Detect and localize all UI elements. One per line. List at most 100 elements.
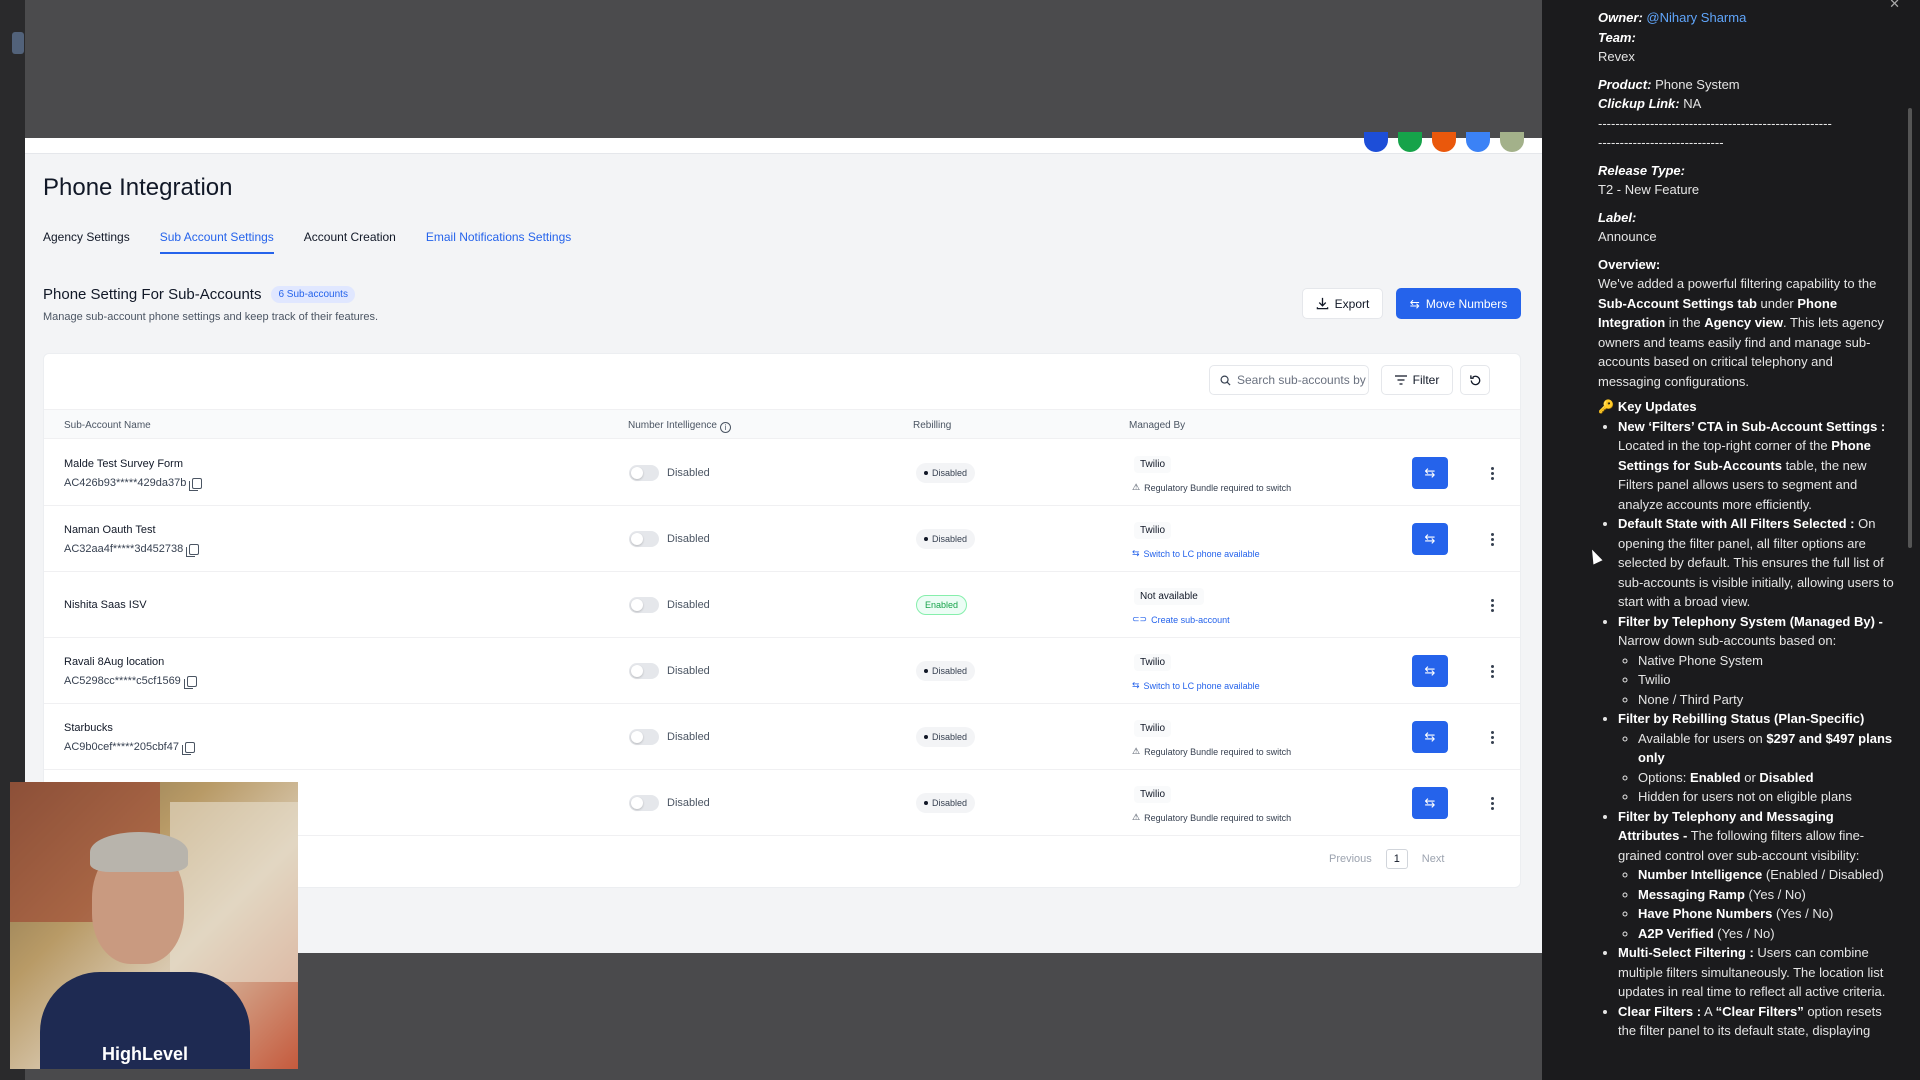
list-item: New ‘Filters’ CTA in Sub-Account Setting… xyxy=(1618,417,1898,515)
list-item: Options: Enabled or Disabled xyxy=(1638,768,1898,788)
list-item: Twilio xyxy=(1638,670,1898,690)
move-number-button[interactable]: ⇆ xyxy=(1412,721,1448,753)
label-value: Announce xyxy=(1598,229,1657,244)
move-number-button[interactable]: ⇆ xyxy=(1412,457,1448,489)
create-sub-account-link[interactable]: ⊂⊃ Create sub-account xyxy=(1132,614,1230,625)
window-tab-icon xyxy=(12,32,24,54)
managed-by-note-text: Regulatory Bundle required to switch xyxy=(1144,746,1292,757)
app-top-bar xyxy=(25,132,1542,154)
more-actions-icon[interactable] xyxy=(1488,528,1496,550)
copy-icon[interactable] xyxy=(183,675,197,689)
refresh-icon xyxy=(1469,374,1480,385)
info-icon[interactable]: i xyxy=(719,422,731,433)
move-number-button[interactable]: ⇆ xyxy=(1412,787,1448,819)
export-button[interactable]: Export xyxy=(1302,288,1383,319)
avatar[interactable] xyxy=(1466,132,1490,152)
column-header-managed-by[interactable]: Managed By xyxy=(1129,420,1185,431)
tab-agency-settings[interactable]: Agency Settings xyxy=(43,230,130,254)
column-header-name[interactable]: Sub-Account Name xyxy=(64,420,151,431)
table-row[interactable]: Starbucks AC9b0cef*****205cbf47 Disabled… xyxy=(44,704,1520,770)
avatar[interactable] xyxy=(1500,132,1524,152)
sub-account-sid: AC5298cc*****c5cf1569 xyxy=(64,675,197,689)
divider: ----------------------------- xyxy=(1598,135,1724,150)
list-item: Native Phone System xyxy=(1638,651,1898,671)
swap-arrows-icon: ⇆ xyxy=(1132,680,1140,690)
avatar[interactable] xyxy=(1364,132,1388,152)
table-row[interactable]: Malde Test Survey Form AC426b93*****429d… xyxy=(44,440,1520,506)
list-item: Available for users on $297 and $497 pla… xyxy=(1638,729,1898,768)
tab-email-notifications-settings[interactable]: Email Notifications Settings xyxy=(426,230,571,254)
copy-icon[interactable] xyxy=(189,477,203,491)
number-intelligence-toggle[interactable] xyxy=(629,465,659,481)
more-actions-icon[interactable] xyxy=(1488,726,1496,748)
sub-account-name: Ravali 8Aug location xyxy=(64,656,165,668)
presenter-hair xyxy=(90,832,188,872)
page-number-button[interactable]: 1 xyxy=(1385,849,1408,869)
clickup-value: NA xyxy=(1683,96,1702,111)
rebilling-status-badge: Disabled xyxy=(916,793,976,813)
release-notes-panel: ✕ Owner: @Nihary Sharma Team: Revex Prod… xyxy=(1542,0,1920,1080)
sub-account-count-badge: 6 Sub-accounts xyxy=(271,286,355,303)
sid-text: AC5298cc*****c5cf1569 xyxy=(64,675,181,687)
tab-sub-account-settings[interactable]: Sub Account Settings xyxy=(159,230,274,254)
more-actions-icon[interactable] xyxy=(1488,594,1496,616)
managed-by-value: Twilio xyxy=(1134,456,1172,473)
more-actions-icon[interactable] xyxy=(1488,462,1496,484)
refresh-button[interactable] xyxy=(1460,365,1490,395)
more-actions-icon[interactable] xyxy=(1488,792,1496,814)
column-header-number-intelligence[interactable]: Number Intelligence i xyxy=(628,420,731,433)
search-input[interactable]: Search sub-accounts by xyxy=(1209,365,1369,395)
tab-account-creation[interactable]: Account Creation xyxy=(304,230,396,254)
toggle-label: Disabled xyxy=(667,467,710,479)
filter-button[interactable]: Filter xyxy=(1381,365,1453,395)
release-type-label: Release Type: xyxy=(1598,162,1685,178)
export-button-label: Export xyxy=(1334,296,1370,311)
sub-account-sid: AC32aa4f*****3d452738 xyxy=(64,543,200,557)
shirt-logo: HighLevel xyxy=(102,1044,189,1064)
number-intelligence-toggle[interactable] xyxy=(629,795,659,811)
copy-icon[interactable] xyxy=(181,741,195,755)
move-number-button[interactable]: ⇆ xyxy=(1412,523,1448,555)
table-row[interactable]: Naman Oauth Test AC32aa4f*****3d452738 D… xyxy=(44,506,1520,572)
number-intelligence-toggle[interactable] xyxy=(629,663,659,679)
section-header: Phone Setting For Sub-Accounts 6 Sub-acc… xyxy=(43,286,355,303)
table-row[interactable]: Nishita Saas ISV Disabled Enabled Not av… xyxy=(44,572,1520,638)
switch-to-lc-phone-link[interactable]: ⇆ Switch to LC phone available xyxy=(1132,548,1260,559)
team-label: Team: xyxy=(1598,29,1636,45)
next-page-button[interactable]: Next xyxy=(1422,853,1445,865)
table-row[interactable]: Ravali 8Aug location AC5298cc*****c5cf15… xyxy=(44,638,1520,704)
number-intelligence-toggle[interactable] xyxy=(629,531,659,547)
more-actions-icon[interactable] xyxy=(1488,660,1496,682)
switch-to-lc-phone-link[interactable]: ⇆ Switch to LC phone available xyxy=(1132,680,1260,691)
move-number-button[interactable]: ⇆ xyxy=(1412,655,1448,687)
number-intelligence-toggle[interactable] xyxy=(629,729,659,745)
previous-page-button[interactable]: Previous xyxy=(1329,853,1372,865)
managed-by-value: Twilio xyxy=(1134,786,1172,803)
sub-account-sid: AC9b0cef*****205cbf47 xyxy=(64,741,195,755)
warning-icon: ⚠ xyxy=(1132,812,1141,822)
sub-account-name: Starbucks xyxy=(64,722,113,734)
toggle-label: Disabled xyxy=(667,533,710,545)
scrollbar[interactable] xyxy=(1908,108,1912,548)
list-item: Hidden for users not on eligible plans xyxy=(1638,787,1898,807)
team-value: Revex xyxy=(1598,49,1635,64)
table-header: Sub-Account Name Number Intelligence i Re… xyxy=(44,409,1520,439)
managed-by-value: Twilio xyxy=(1134,522,1172,539)
list-item: Have Phone Numbers (Yes / No) xyxy=(1638,904,1898,924)
swap-arrows-icon: ⇆ xyxy=(1409,296,1420,311)
sub-account-name: Naman Oauth Test xyxy=(64,524,156,536)
rebilling-status-badge: Disabled xyxy=(916,661,976,681)
number-intelligence-toggle[interactable] xyxy=(629,597,659,613)
dimmed-top-area xyxy=(25,0,1542,138)
copy-icon[interactable] xyxy=(186,543,200,557)
list-item: A2P Verified (Yes / No) xyxy=(1638,924,1898,944)
sid-text: AC426b93*****429da37b xyxy=(64,477,187,489)
column-header-rebilling[interactable]: Rebilling xyxy=(913,420,951,431)
search-icon xyxy=(1220,375,1231,386)
move-numbers-button[interactable]: ⇆ Move Numbers xyxy=(1396,288,1521,319)
avatar[interactable] xyxy=(1432,132,1456,152)
warning-icon: ⚠ xyxy=(1132,746,1141,756)
move-numbers-button-label: Move Numbers xyxy=(1425,296,1508,311)
avatar[interactable] xyxy=(1398,132,1422,152)
owner-mention-link[interactable]: @Nihary Sharma xyxy=(1646,10,1746,25)
